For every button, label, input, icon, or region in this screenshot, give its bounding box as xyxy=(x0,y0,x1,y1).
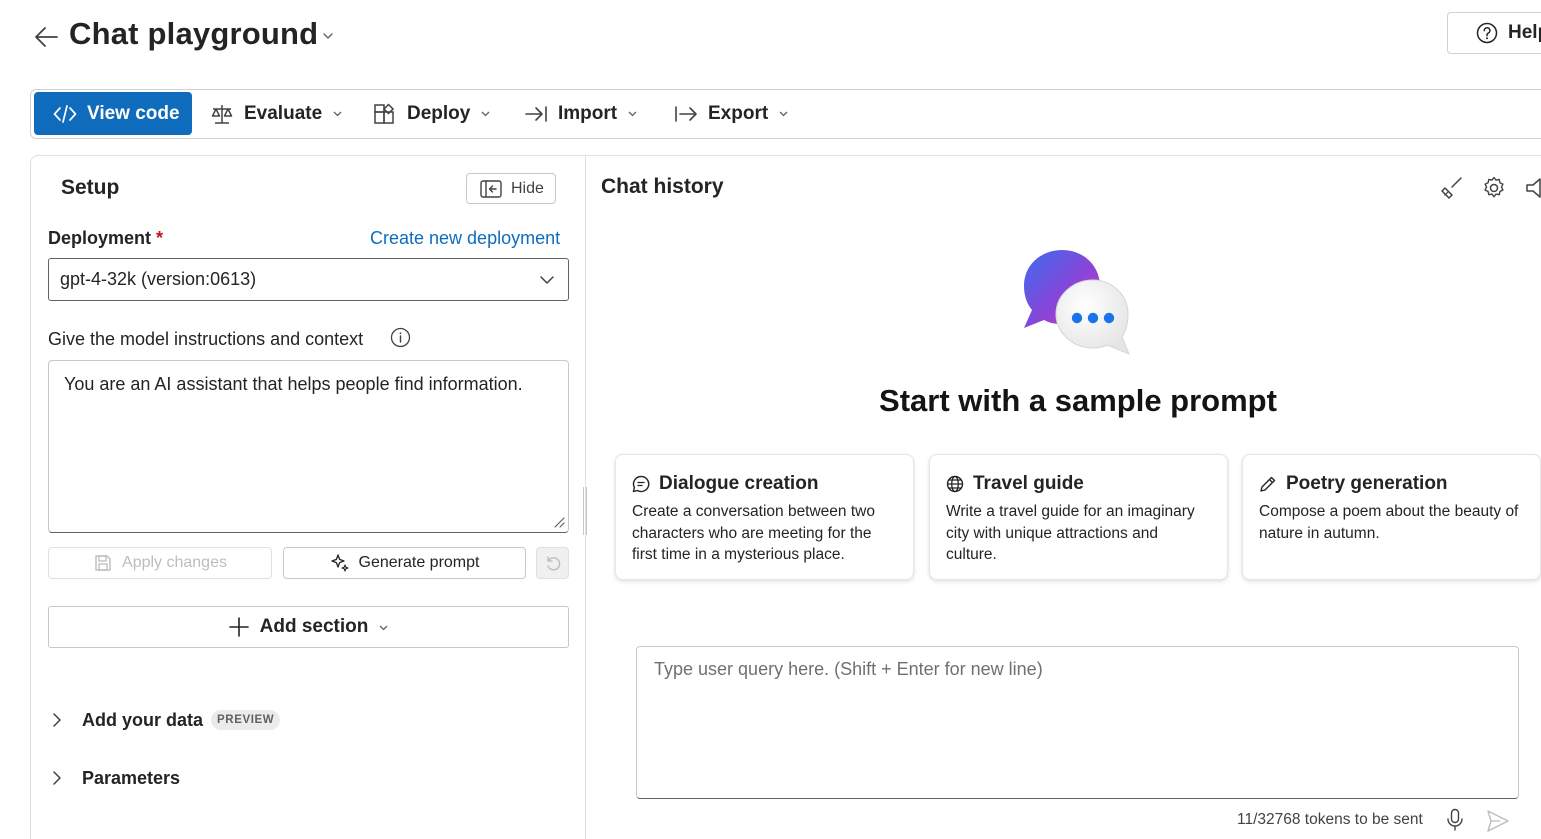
deploy-button[interactable]: Deploy xyxy=(373,92,491,135)
clear-chat-broom-icon[interactable] xyxy=(1439,175,1465,201)
apply-changes-button[interactable]: Apply changes xyxy=(48,547,272,579)
pen-icon xyxy=(1260,476,1276,492)
create-deployment-link[interactable]: Create new deployment xyxy=(370,228,560,249)
parameters-label: Parameters xyxy=(82,767,181,788)
setup-title: Setup xyxy=(61,176,120,199)
chevron-down-icon xyxy=(779,111,788,117)
info-icon[interactable] xyxy=(390,327,411,348)
generate-prompt-label: Generate prompt xyxy=(358,554,480,571)
chevron-down-icon xyxy=(481,111,490,117)
chevron-right-icon xyxy=(53,771,61,785)
evaluate-label: Evaluate xyxy=(244,102,323,124)
deployment-label: Deployment * xyxy=(48,228,164,248)
sample-prompt-card-travel[interactable]: Travel guide Write a travel guide for an… xyxy=(929,454,1228,580)
resize-handle-icon[interactable] xyxy=(553,516,565,528)
speaker-icon[interactable] xyxy=(1524,175,1541,201)
chevron-down-icon xyxy=(540,276,554,284)
chat-bubble-icon xyxy=(632,475,650,493)
question-circle-icon xyxy=(1476,22,1498,44)
card-description: Write a travel guide for an imaginary ci… xyxy=(946,503,1195,563)
back-arrow-icon[interactable] xyxy=(33,24,59,50)
panel-splitter[interactable] xyxy=(583,487,587,535)
deployment-select[interactable]: gpt-4-32k (version:0613) xyxy=(48,258,569,301)
add-your-data-label: Add your data xyxy=(82,709,204,730)
generate-prompt-button[interactable]: Generate prompt xyxy=(283,547,526,579)
microphone-icon[interactable] xyxy=(1445,808,1465,832)
undo-icon xyxy=(546,556,560,571)
system-message-input[interactable]: You are an AI assistant that helps peopl… xyxy=(48,360,569,533)
user-query-input[interactable] xyxy=(636,646,1519,799)
globe-icon xyxy=(946,475,964,493)
import-arrow-icon xyxy=(525,105,547,122)
chat-bubbles-icon xyxy=(1024,250,1130,355)
card-title: Poetry generation xyxy=(1286,473,1448,494)
plus-icon xyxy=(228,617,249,637)
chevron-down-icon xyxy=(379,625,388,630)
help-button[interactable]: Help xyxy=(1447,12,1541,54)
panel-collapse-icon xyxy=(480,179,502,198)
sample-prompt-card-poetry[interactable]: Poetry generation Compose a poem about t… xyxy=(1242,454,1541,580)
preview-badge: PREVIEW xyxy=(211,710,281,730)
import-label: Import xyxy=(558,102,618,124)
parameters-expander[interactable]: Parameters xyxy=(48,763,180,793)
chevron-down-icon xyxy=(628,111,637,117)
token-count: 11/32768 tokens to be sent xyxy=(1237,811,1423,828)
view-code-label: View code xyxy=(87,102,180,124)
settings-gear-icon[interactable] xyxy=(1481,175,1507,201)
chevron-down-icon[interactable] xyxy=(321,29,335,43)
apply-changes-label: Apply changes xyxy=(122,554,227,571)
help-label: Help xyxy=(1508,22,1541,43)
add-your-data-expander[interactable]: Add your data PREVIEW xyxy=(48,705,281,735)
view-code-button[interactable]: View code xyxy=(34,92,192,135)
save-icon xyxy=(95,555,111,571)
import-button[interactable]: Import xyxy=(524,92,638,135)
page-title: Chat playground xyxy=(69,16,319,51)
sample-prompt-heading: Start with a sample prompt xyxy=(879,383,1277,418)
card-title: Dialogue creation xyxy=(659,473,819,494)
export-arrow-icon xyxy=(675,105,697,122)
sample-prompt-card-dialogue[interactable]: Dialogue creation Create a conversation … xyxy=(615,454,914,580)
export-button[interactable]: Export xyxy=(674,92,789,135)
add-section-button[interactable]: Add section xyxy=(48,606,569,648)
code-icon xyxy=(53,104,77,123)
add-section-label: Add section xyxy=(259,616,369,637)
hide-setup-button[interactable]: Hide xyxy=(466,173,556,204)
export-label: Export xyxy=(708,102,769,124)
hide-label: Hide xyxy=(511,179,544,197)
card-description: Create a conversation between two charac… xyxy=(632,503,875,563)
instructions-label: Give the model instructions and context xyxy=(48,329,364,349)
required-marker: * xyxy=(156,228,164,248)
send-icon[interactable] xyxy=(1485,808,1511,834)
chevron-right-icon xyxy=(53,713,61,727)
card-title: Travel guide xyxy=(973,473,1084,494)
chevron-down-icon xyxy=(333,111,342,117)
card-description: Compose a poem about the beauty of natur… xyxy=(1259,503,1519,542)
evaluate-button[interactable]: Evaluate xyxy=(210,92,343,135)
deploy-label: Deploy xyxy=(407,102,471,124)
scale-icon xyxy=(211,104,233,124)
sparkle-icon xyxy=(330,554,349,572)
reset-button[interactable] xyxy=(536,547,569,579)
chat-panel-border xyxy=(586,155,1541,156)
cube-icon xyxy=(374,102,395,124)
deployment-value: gpt-4-32k (version:0613) xyxy=(60,269,257,289)
chat-history-title: Chat history xyxy=(601,175,724,198)
